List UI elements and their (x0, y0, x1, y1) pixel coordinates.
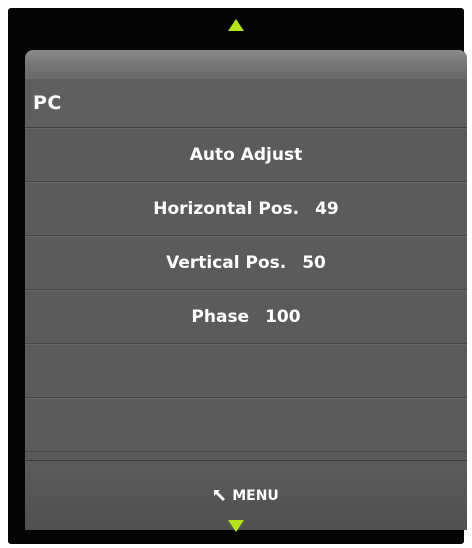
menu-item-auto-adjust[interactable]: Auto Adjust (25, 128, 467, 182)
pc-menu-panel: PC Auto Adjust Horizontal Pos. 49 Vertic… (25, 50, 467, 530)
panel-top-bevel (25, 50, 467, 78)
menu-item-value: 49 (315, 198, 339, 219)
menu-item-vertical-pos[interactable]: Vertical Pos. 50 (25, 236, 467, 290)
menu-item-label: Auto Adjust (189, 144, 303, 165)
menu-item-horizontal-pos[interactable]: Horizontal Pos. 49 (25, 182, 467, 236)
menu-item-value: 50 (302, 252, 326, 273)
menu-item-label: Phase (191, 306, 250, 327)
menu-item-phase[interactable]: Phase 100 (25, 290, 467, 344)
scroll-up-icon[interactable] (228, 19, 244, 31)
menu-item-empty (25, 398, 467, 452)
return-arrow-icon (214, 490, 226, 501)
scroll-down-icon[interactable] (228, 520, 244, 532)
menu-footer: MENU (25, 460, 467, 530)
menu-item-empty (25, 344, 467, 398)
menu-item-label: Vertical Pos. (166, 252, 287, 273)
menu-list: Auto Adjust Horizontal Pos. 49 Vertical … (25, 128, 467, 452)
menu-header: PC (25, 78, 467, 128)
menu-back-button[interactable]: MENU (213, 488, 279, 504)
menu-item-label: Horizontal Pos. (153, 198, 300, 219)
osd-window: PC Auto Adjust Horizontal Pos. 49 Vertic… (8, 8, 467, 544)
menu-title: PC (33, 92, 62, 114)
menu-back-label: MENU (232, 488, 279, 504)
menu-item-value: 100 (265, 306, 301, 327)
